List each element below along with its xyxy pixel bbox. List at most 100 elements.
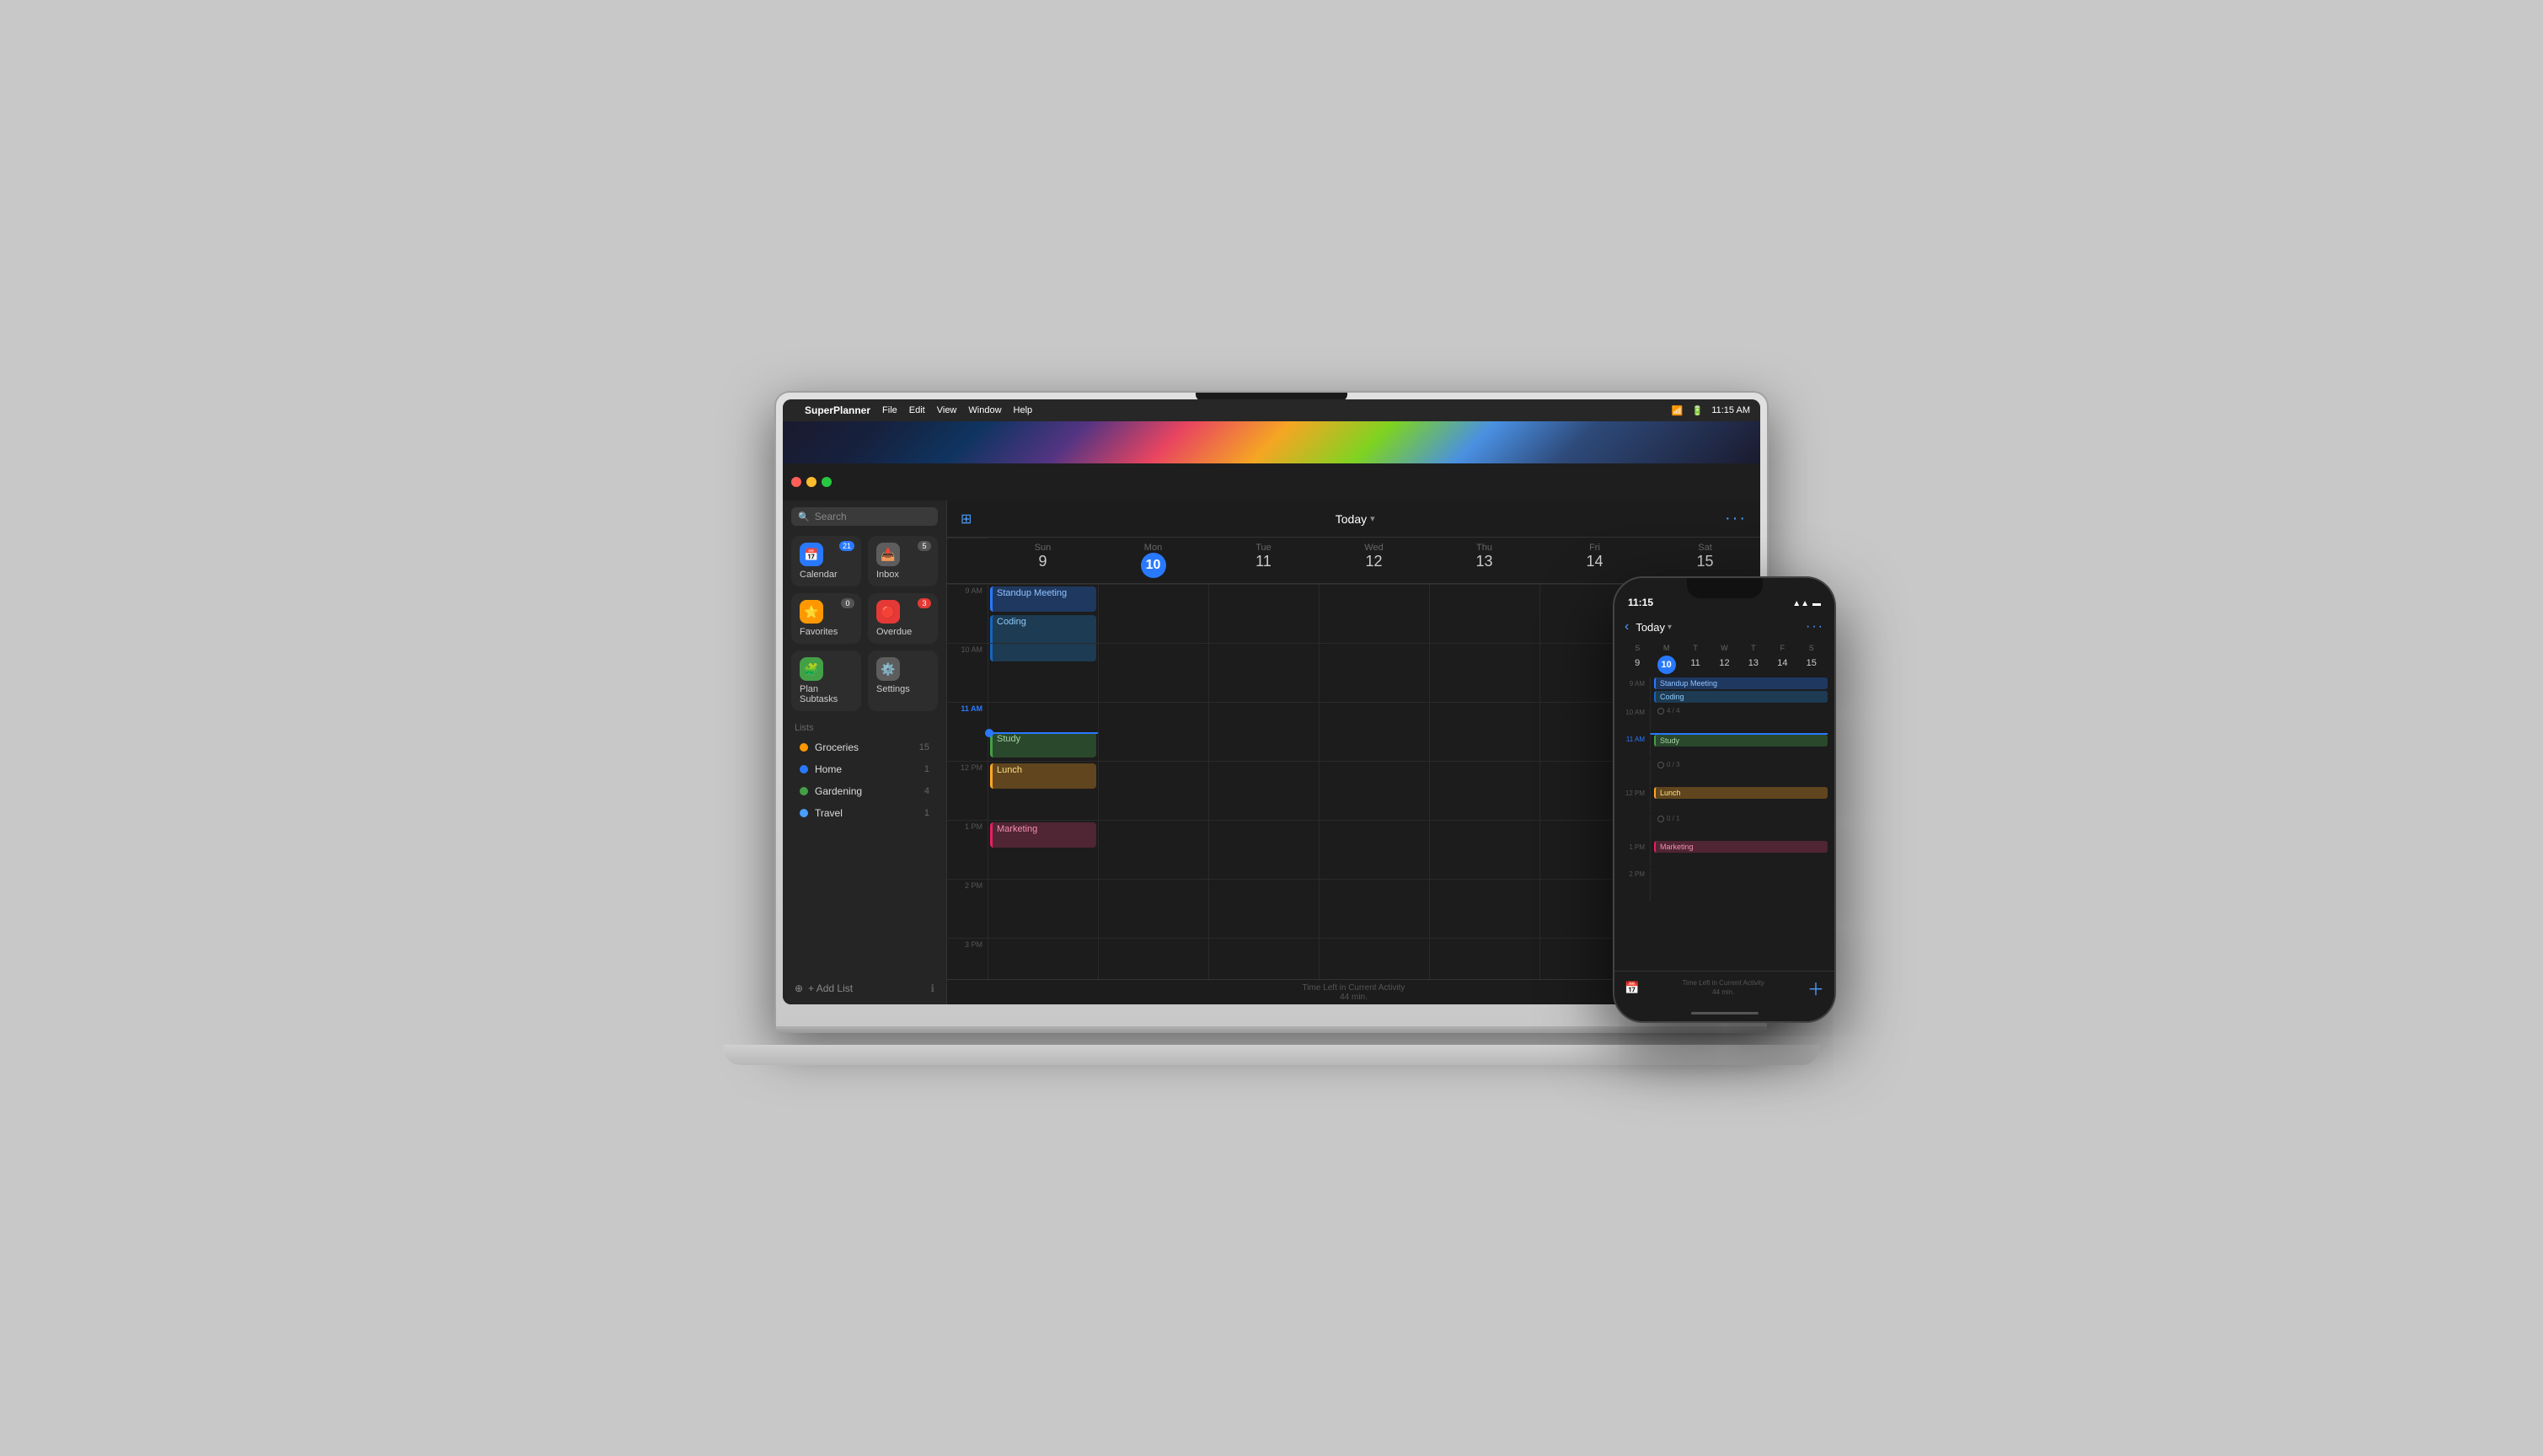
sidebar-item-travel[interactable]: Travel 1	[788, 803, 941, 823]
phone-cal-9[interactable]: 9	[1623, 656, 1652, 674]
favorites-badge: 0	[841, 598, 854, 608]
tue-10am[interactable]	[1209, 643, 1319, 702]
sun-2pm[interactable]	[988, 879, 1098, 938]
inbox-badge: 5	[918, 541, 931, 551]
phone-cal-13[interactable]: 13	[1739, 656, 1768, 674]
thu-1pm[interactable]	[1430, 820, 1539, 879]
minimize-button[interactable]	[806, 477, 816, 487]
day-col-wed	[1319, 584, 1429, 979]
event-standup[interactable]: Standup Meeting	[990, 586, 1096, 612]
mon-9am[interactable]	[1099, 584, 1208, 643]
thu-10am[interactable]	[1430, 643, 1539, 702]
phone-1pm-events: Marketing	[1650, 841, 1828, 866]
maximize-button[interactable]	[822, 477, 832, 487]
favorites-icon: ⭐	[800, 600, 823, 624]
overdue-button[interactable]: 🔴 Overdue 3	[868, 593, 938, 644]
thu-9am[interactable]	[1430, 584, 1539, 643]
search-icon: 🔍	[798, 511, 810, 522]
phone-cal-12[interactable]: 12	[1710, 656, 1738, 674]
phone-today-label: Today	[1636, 621, 1665, 634]
phone-2pm-events	[1650, 868, 1828, 902]
day-col-mon	[1098, 584, 1208, 979]
info-icon[interactable]: ℹ	[930, 982, 934, 994]
mon-11am[interactable]	[1099, 702, 1208, 761]
wed-9am[interactable]	[1320, 584, 1429, 643]
mon-3pm[interactable]	[1099, 938, 1208, 979]
add-list-button[interactable]: ⊕ + Add List	[795, 982, 853, 994]
menu-window[interactable]: Window	[968, 405, 1001, 415]
phone-back-button[interactable]: ‹	[1625, 619, 1629, 634]
menu-help[interactable]: Help	[1014, 405, 1033, 415]
tue-9am[interactable]	[1209, 584, 1319, 643]
favorites-label: Favorites	[800, 627, 838, 637]
wed-2pm[interactable]	[1320, 879, 1429, 938]
more-options-button[interactable]: ···	[1725, 509, 1747, 528]
menu-view[interactable]: View	[937, 405, 957, 415]
thu-3pm[interactable]	[1430, 938, 1539, 979]
wed-10am[interactable]	[1320, 643, 1429, 702]
favorites-button[interactable]: ⭐ Favorites 0	[791, 593, 861, 644]
phone-cal-14[interactable]: 14	[1768, 656, 1796, 674]
thu-2pm[interactable]	[1430, 879, 1539, 938]
event-lunch[interactable]: Lunch	[990, 763, 1096, 789]
phone-event-lunch[interactable]: Lunch	[1654, 787, 1828, 799]
phone-event-marketing[interactable]: Marketing	[1654, 841, 1828, 853]
day-header-tue: Tue 11	[1208, 538, 1319, 583]
phone-cal-10[interactable]: 10	[1657, 656, 1676, 674]
close-button[interactable]	[791, 477, 801, 487]
add-list-icon: ⊕	[795, 982, 803, 994]
phone-event-coding[interactable]: Coding	[1654, 691, 1828, 703]
sun-12pm[interactable]: Lunch	[988, 761, 1098, 820]
tue-1pm[interactable]	[1209, 820, 1319, 879]
tue-11am[interactable]	[1209, 702, 1319, 761]
mon-12pm[interactable]	[1099, 761, 1208, 820]
thu-11am[interactable]	[1430, 702, 1539, 761]
wed-12pm[interactable]	[1320, 761, 1429, 820]
phone-calendar-icon[interactable]: 📅	[1625, 981, 1639, 995]
menu-edit[interactable]: Edit	[909, 405, 925, 415]
phone-event-standup[interactable]: Standup Meeting	[1654, 677, 1828, 689]
sidebar-toggle[interactable]: ⊞	[961, 511, 972, 527]
day-header-wed: Wed 12	[1319, 538, 1429, 583]
search-bar[interactable]: 🔍 Search	[791, 507, 938, 526]
thu-12pm[interactable]	[1430, 761, 1539, 820]
phone-cal-15[interactable]: 15	[1797, 656, 1826, 674]
sidebar-item-home[interactable]: Home 1	[788, 759, 941, 779]
phone-time-row-10am: 10 AM 4 / 4	[1621, 706, 1828, 731]
mon-1pm[interactable]	[1099, 820, 1208, 879]
phone-today-button[interactable]: Today ▾	[1636, 621, 1672, 634]
tue-2pm[interactable]	[1209, 879, 1319, 938]
tue-12pm[interactable]	[1209, 761, 1319, 820]
sidebar-item-gardening[interactable]: Gardening 4	[788, 781, 941, 801]
phone-events-scroll[interactable]: 9 AM Standup Meeting Coding 10 AM	[1614, 677, 1834, 971]
sun-11am[interactable]: Study	[988, 702, 1098, 761]
calendar-button[interactable]: 📅 Calendar 21	[791, 536, 861, 586]
phone-event-study[interactable]: Study	[1654, 735, 1828, 747]
sun-3pm[interactable]	[988, 938, 1098, 979]
sidebar-item-groceries[interactable]: Groceries 15	[788, 737, 941, 757]
wed-11am[interactable]	[1320, 702, 1429, 761]
sun-1pm[interactable]: Marketing	[988, 820, 1098, 879]
sun-10am[interactable]	[988, 643, 1098, 702]
mon-2pm[interactable]	[1099, 879, 1208, 938]
phone-cal-11[interactable]: 11	[1681, 656, 1710, 674]
mon-10am[interactable]	[1099, 643, 1208, 702]
phone-more-button[interactable]: ···	[1806, 619, 1824, 634]
settings-button[interactable]: ⚙️ Settings	[868, 650, 938, 711]
plan-icon: 🧩	[800, 657, 823, 681]
wed-1pm[interactable]	[1320, 820, 1429, 879]
phone-bottom-bar: 📅 Time Left in Current Activity 44 min. …	[1614, 971, 1834, 1004]
plan-subtasks-button[interactable]: 🧩 Plan Subtasks	[791, 650, 861, 711]
inbox-button[interactable]: 📥 Inbox 5	[868, 536, 938, 586]
menu-file[interactable]: File	[882, 405, 897, 415]
phone-subtask-circle-3	[1657, 816, 1664, 822]
sidebar-footer-right: ℹ	[930, 981, 934, 996]
event-marketing[interactable]: Marketing	[990, 822, 1096, 848]
wed-3pm[interactable]	[1320, 938, 1429, 979]
today-button[interactable]: Today ▾	[1336, 512, 1375, 526]
gardening-count: 4	[924, 786, 929, 796]
event-study[interactable]: Study	[990, 732, 1096, 757]
phone-add-button[interactable]: ＋	[1807, 976, 1824, 1000]
sun-9am[interactable]: Standup Meeting Coding	[988, 584, 1098, 643]
tue-3pm[interactable]	[1209, 938, 1319, 979]
